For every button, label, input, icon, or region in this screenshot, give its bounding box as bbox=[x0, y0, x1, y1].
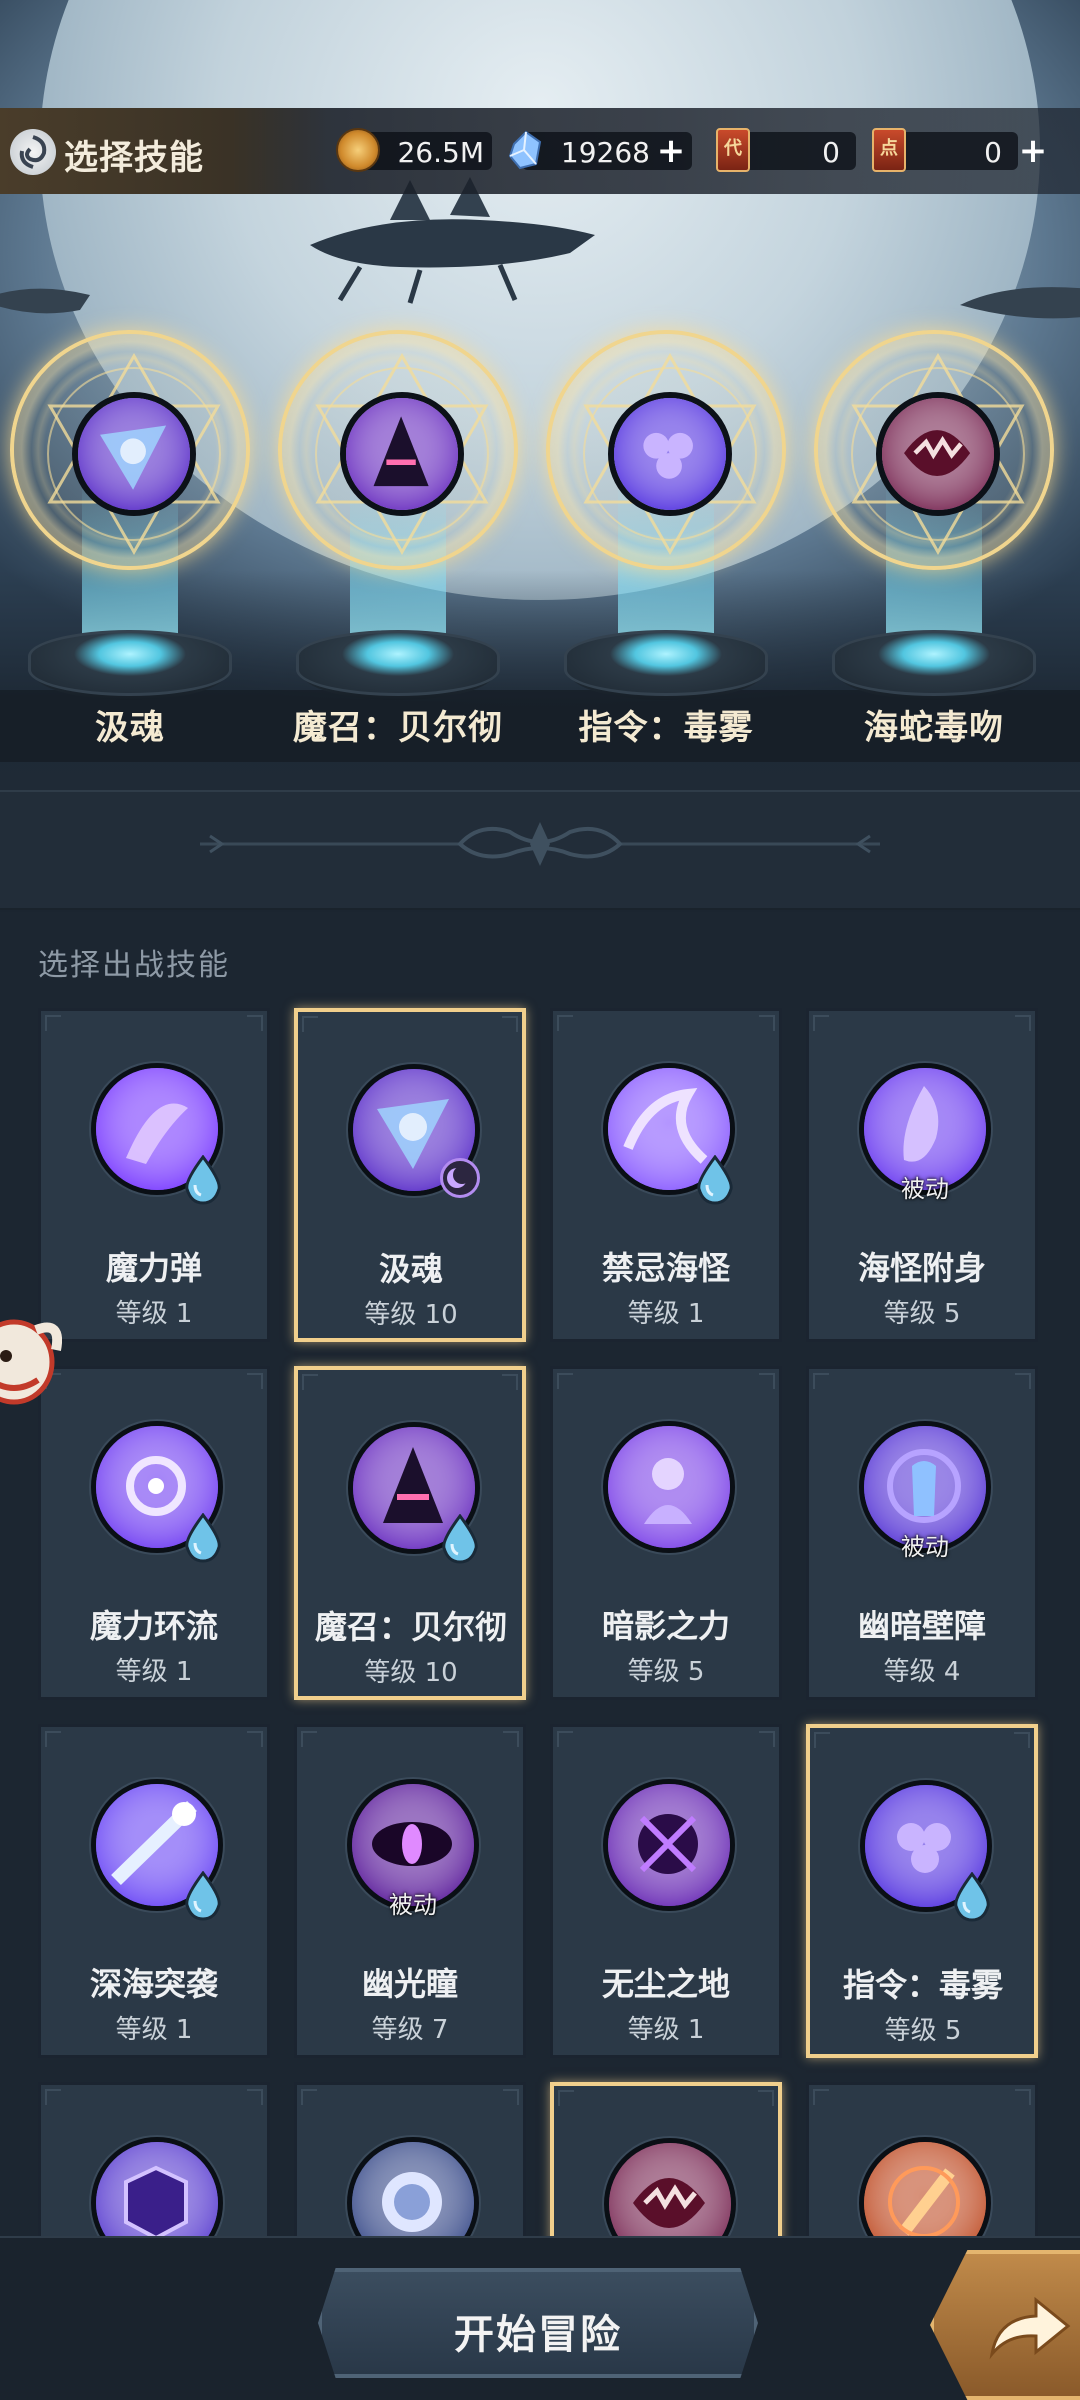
ticket-value: 0 bbox=[822, 136, 840, 169]
start-adventure-button[interactable]: 开始冒险 bbox=[318, 2268, 758, 2378]
skill-card[interactable]: 被动海怪附身等级 5 bbox=[806, 1008, 1038, 1342]
passive-label: 被动 bbox=[389, 1891, 437, 1919]
skill-name: 暗影之力 bbox=[601, 1607, 730, 1645]
skill-icon bbox=[603, 1779, 735, 1911]
crystal-gem-icon bbox=[508, 130, 542, 170]
passive-label: 被动 bbox=[901, 1175, 949, 1203]
soul-drain-icon bbox=[72, 392, 196, 516]
skill-level: 等级 1 bbox=[627, 1299, 705, 1329]
skill-list-title: 选择出战技能 bbox=[38, 948, 230, 983]
skill-level: 等级 5 bbox=[883, 1299, 961, 1329]
water-drop-icon bbox=[181, 1154, 225, 1205]
glowing-pedestal bbox=[832, 630, 1036, 696]
skill-level: 等级 1 bbox=[115, 1299, 193, 1329]
skill-name: 幽暗壁障 bbox=[857, 1607, 986, 1645]
skill-card[interactable]: 被动幽光瞳等级 7 bbox=[294, 1724, 526, 2058]
airship-silhouette bbox=[310, 177, 595, 304]
pet-mascot-icon[interactable] bbox=[0, 1310, 62, 1406]
skill-level: 等级 5 bbox=[884, 2016, 962, 2046]
water-drop-icon bbox=[181, 1512, 225, 1563]
equipped-slot-2[interactable] bbox=[278, 330, 518, 730]
equipped-slot-4[interactable] bbox=[814, 330, 1054, 730]
summon-beast-icon bbox=[340, 392, 464, 516]
skill-card[interactable]: 无尘之地等级 1 bbox=[550, 1724, 782, 2058]
magic-circle-ring bbox=[10, 330, 250, 570]
skill-name: 禁忌海怪 bbox=[601, 1249, 730, 1287]
skill-level: 等级 10 bbox=[364, 1300, 458, 1330]
gold-value: 26.5M bbox=[397, 136, 484, 169]
skill-name: 魔力环流 bbox=[89, 1607, 218, 1645]
magic-circle-ring bbox=[278, 330, 518, 570]
skill-name: 魔召：贝尔彻 bbox=[314, 1608, 507, 1646]
share-arrow-icon bbox=[989, 2296, 1071, 2360]
share-button[interactable] bbox=[930, 2250, 1080, 2400]
equipped-skill-name: 汲魂 bbox=[95, 708, 165, 748]
magic-circle-ring bbox=[814, 330, 1054, 570]
water-drop-icon bbox=[950, 1871, 994, 1922]
skill-card[interactable]: 深海突袭等级 1 bbox=[38, 1724, 270, 2058]
ticket-card-icon: 代 bbox=[716, 128, 750, 172]
skill-card[interactable]: 魔召：贝尔彻等级 10 bbox=[294, 1366, 526, 1700]
equipped-slot-3[interactable] bbox=[546, 330, 786, 730]
skill-card[interactable]: 魔力环流等级 1 bbox=[38, 1366, 270, 1700]
skill-name: 汲魂 bbox=[378, 1250, 443, 1288]
start-adventure-label: 开始冒险 bbox=[454, 2312, 622, 2358]
skill-level: 等级 1 bbox=[115, 2015, 193, 2045]
ticket-resource: 代 0 bbox=[716, 128, 856, 174]
ornament-divider bbox=[0, 790, 1080, 910]
gem-value: 19268 bbox=[560, 136, 650, 169]
skill-list-panel: 选择出战技能 魔力弹 等级 1 汲魂 等级 10 禁忌海怪 等级 1 被动 海怪附身 等级 5魔… bbox=[0, 912, 1080, 2400]
skill-name: 幽光瞳 bbox=[361, 1965, 458, 2003]
water-drop-icon bbox=[693, 1154, 737, 1205]
gem-resource: 19268 + bbox=[506, 128, 692, 174]
equipped-skill-name: 海蛇毒吻 bbox=[864, 708, 1004, 748]
small-airship-right bbox=[960, 287, 1080, 319]
skill-name: 深海突袭 bbox=[89, 1965, 218, 2003]
skill-card[interactable]: 被动幽暗壁障等级 4 bbox=[806, 1366, 1038, 1700]
equipped-slot-1[interactable] bbox=[10, 330, 250, 730]
skill-icon bbox=[603, 1421, 735, 1553]
point-card-icon: 点 bbox=[872, 128, 906, 172]
skill-card[interactable]: 禁忌海怪等级 1 bbox=[550, 1008, 782, 1342]
equipped-skill-name: 魔召：贝尔彻 bbox=[293, 708, 503, 748]
page-title: 选择技能 bbox=[64, 138, 204, 178]
skill-level: 等级 4 bbox=[883, 1657, 961, 1687]
skill-card[interactable]: 暗影之力等级 5 bbox=[550, 1366, 782, 1700]
water-drop-icon bbox=[181, 1870, 225, 1921]
equipped-skill-name: 指令：毒雾 bbox=[578, 708, 754, 748]
point-value: 0 bbox=[984, 136, 1002, 169]
skill-level: 等级 10 bbox=[364, 1658, 458, 1688]
magic-circle-ring bbox=[546, 330, 786, 570]
point-resource: 点 0 + bbox=[872, 128, 1054, 174]
skill-name: 指令：毒雾 bbox=[842, 1966, 1003, 2004]
skill-level: 等级 5 bbox=[627, 1657, 705, 1687]
passive-label: 被动 bbox=[901, 1533, 949, 1561]
skill-select-screen: 选择技能 26.5M 19268 + 代 0 点 0 + 汲魂 魔召：贝尔彻 指… bbox=[0, 0, 1080, 2400]
poison-mist-icon bbox=[608, 392, 732, 516]
water-drop-icon bbox=[438, 1513, 482, 1564]
glowing-pedestal bbox=[564, 630, 768, 696]
skill-name: 魔力弹 bbox=[105, 1249, 202, 1287]
skill-level: 等级 7 bbox=[371, 2015, 449, 2045]
ornament-divider-icon bbox=[200, 822, 880, 866]
crescent-moon-icon bbox=[440, 1158, 480, 1198]
gold-coin-icon bbox=[336, 128, 380, 172]
skill-card[interactable]: 魔力弹等级 1 bbox=[38, 1008, 270, 1342]
bottom-action-bar: 开始冒险 bbox=[0, 2236, 1080, 2400]
skill-card[interactable]: 汲魂等级 10 bbox=[294, 1008, 526, 1342]
small-airship-left bbox=[0, 288, 90, 314]
skill-level: 等级 1 bbox=[115, 1657, 193, 1687]
skill-card[interactable]: 指令：毒雾等级 5 bbox=[806, 1724, 1038, 2058]
sea-serpent-bite-icon bbox=[876, 392, 1000, 516]
skill-name: 海怪附身 bbox=[857, 1249, 986, 1287]
add-gem-button[interactable]: + bbox=[654, 134, 688, 169]
top-header-bar: 选择技能 26.5M 19268 + 代 0 点 0 + bbox=[0, 108, 1080, 194]
gold-resource: 26.5M bbox=[336, 128, 492, 174]
skill-name: 无尘之地 bbox=[601, 1965, 730, 2003]
glowing-pedestal bbox=[28, 630, 232, 696]
add-point-button[interactable]: + bbox=[1016, 134, 1050, 169]
swirl-logo-icon bbox=[10, 129, 56, 175]
skill-level: 等级 1 bbox=[627, 2015, 705, 2045]
glowing-pedestal bbox=[296, 630, 500, 696]
